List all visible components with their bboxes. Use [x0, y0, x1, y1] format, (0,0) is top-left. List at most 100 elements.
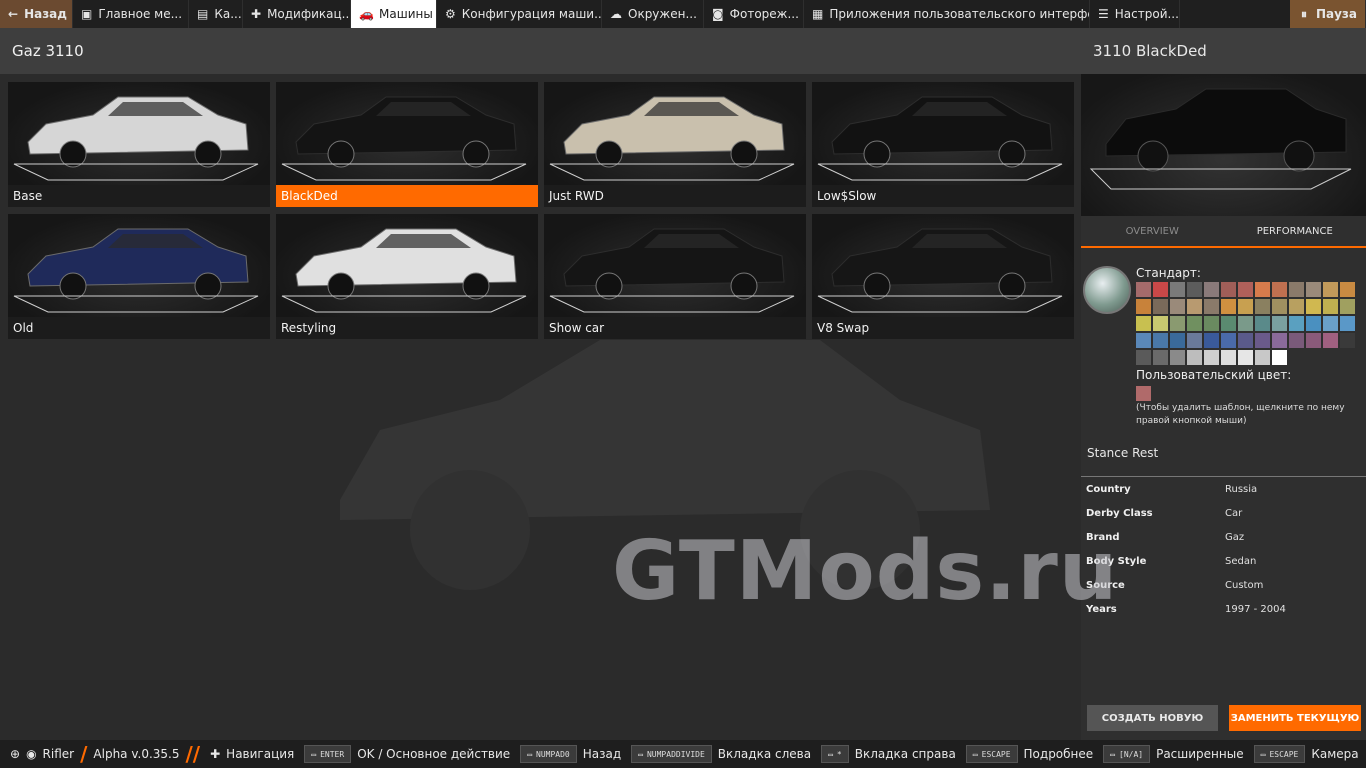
color-swatch[interactable]: [1136, 333, 1151, 348]
color-palette: [1136, 282, 1355, 365]
color-swatch[interactable]: [1255, 333, 1270, 348]
color-swatch[interactable]: [1323, 299, 1338, 314]
color-swatch[interactable]: [1255, 282, 1270, 297]
custom-color-label: Пользовательский цвет:: [1136, 368, 1292, 382]
color-swatch[interactable]: [1204, 299, 1219, 314]
color-swatch[interactable]: [1187, 333, 1202, 348]
tab-settings[interactable]: ☰ Настрой...: [1090, 0, 1180, 28]
hint-label: Вкладка справа: [854, 747, 956, 761]
tab-label: Конфигурация маши...: [461, 7, 602, 21]
color-swatch[interactable]: [1323, 316, 1338, 331]
tab-main-menu[interactable]: ▣ Главное ме...: [73, 0, 189, 28]
tab-label: Машины: [379, 7, 433, 21]
tab-map[interactable]: ▤ Ка...: [189, 0, 243, 28]
config-card[interactable]: Base: [8, 82, 270, 207]
color-swatch[interactable]: [1204, 350, 1219, 365]
key-name: [N/A]: [1119, 749, 1144, 759]
color-swatch[interactable]: [1187, 316, 1202, 331]
car-thumbnail: [544, 82, 806, 185]
color-swatch[interactable]: [1323, 333, 1338, 348]
tab-photo-mode[interactable]: ◙ Фотореж...: [704, 0, 804, 28]
color-swatch[interactable]: [1340, 316, 1355, 331]
color-swatch[interactable]: [1340, 299, 1355, 314]
tab-environment[interactable]: ☁ Окружен...: [602, 0, 704, 28]
tab-performance[interactable]: PERFORMANCE: [1224, 216, 1366, 246]
config-card[interactable]: Just RWD: [544, 82, 806, 207]
color-swatch[interactable]: [1187, 299, 1202, 314]
color-swatch[interactable]: [1153, 282, 1168, 297]
color-swatch[interactable]: [1204, 333, 1219, 348]
color-swatch[interactable]: [1289, 333, 1304, 348]
color-swatch[interactable]: [1136, 316, 1151, 331]
color-swatch[interactable]: [1289, 316, 1304, 331]
color-swatch[interactable]: [1221, 316, 1236, 331]
color-swatch[interactable]: [1340, 333, 1355, 348]
color-swatch[interactable]: [1153, 316, 1168, 331]
config-card[interactable]: V8 Swap: [812, 214, 1074, 339]
custom-color-swatch[interactable]: [1136, 386, 1151, 401]
color-swatch[interactable]: [1170, 282, 1185, 297]
color-swatch[interactable]: [1272, 350, 1287, 365]
color-swatch[interactable]: [1221, 333, 1236, 348]
separator-slash: //: [185, 742, 201, 766]
color-swatch[interactable]: [1221, 282, 1236, 297]
color-swatch[interactable]: [1238, 333, 1253, 348]
create-new-button[interactable]: СОЗДАТЬ НОВУЮ: [1087, 705, 1218, 731]
config-card[interactable]: Low$Slow: [812, 82, 1074, 207]
color-swatch[interactable]: [1255, 350, 1270, 365]
color-swatch[interactable]: [1306, 282, 1321, 297]
color-swatch[interactable]: [1153, 299, 1168, 314]
color-swatch[interactable]: [1306, 333, 1321, 348]
color-swatch[interactable]: [1170, 333, 1185, 348]
color-swatch[interactable]: [1323, 282, 1338, 297]
color-swatch[interactable]: [1238, 299, 1253, 314]
color-swatch[interactable]: [1289, 299, 1304, 314]
color-swatch[interactable]: [1153, 333, 1168, 348]
color-swatch[interactable]: [1255, 299, 1270, 314]
hint-label: Камера: [1311, 747, 1359, 761]
hint-label: Навигация: [226, 747, 295, 761]
tab-mods[interactable]: ✚ Модификац...: [243, 0, 351, 28]
color-swatch[interactable]: [1272, 333, 1287, 348]
tab-vehicle-config[interactable]: ⚙ Конфигурация маши...: [437, 0, 602, 28]
tab-vehicles[interactable]: 🚗 Машины: [351, 0, 437, 28]
config-card[interactable]: Show car: [544, 214, 806, 339]
color-swatch[interactable]: [1187, 350, 1202, 365]
color-swatch[interactable]: [1272, 299, 1287, 314]
color-swatch[interactable]: [1306, 299, 1321, 314]
config-card[interactable]: BlackDed: [276, 82, 538, 207]
color-swatch[interactable]: [1221, 299, 1236, 314]
key-badge: ▭ ESCAPE: [1253, 745, 1306, 763]
tab-ui-apps[interactable]: ▦ Приложения пользовательского интерфе..…: [804, 0, 1090, 28]
color-swatch[interactable]: [1289, 282, 1304, 297]
color-swatch[interactable]: [1204, 316, 1219, 331]
color-swatch[interactable]: [1340, 282, 1355, 297]
pause-button[interactable]: ⏸ Пауза: [1290, 0, 1366, 28]
color-swatch[interactable]: [1136, 350, 1151, 365]
config-name: Old: [13, 321, 34, 335]
pause-icon: ⏸: [1300, 6, 1307, 21]
color-swatch[interactable]: [1170, 350, 1185, 365]
color-swatch[interactable]: [1272, 316, 1287, 331]
color-swatch[interactable]: [1221, 350, 1236, 365]
color-swatch[interactable]: [1238, 350, 1253, 365]
config-card[interactable]: Old: [8, 214, 270, 339]
color-swatch[interactable]: [1238, 282, 1253, 297]
color-swatch[interactable]: [1204, 282, 1219, 297]
tab-overview[interactable]: OVERVIEW: [1081, 216, 1224, 246]
color-swatch[interactable]: [1170, 316, 1185, 331]
tab-label: Окружен...: [628, 7, 697, 21]
color-swatch[interactable]: [1187, 282, 1202, 297]
color-swatch[interactable]: [1238, 316, 1253, 331]
config-card[interactable]: Restyling: [276, 214, 538, 339]
color-swatch[interactable]: [1170, 299, 1185, 314]
color-swatch[interactable]: [1306, 316, 1321, 331]
color-swatch[interactable]: [1272, 282, 1287, 297]
back-button[interactable]: ← Назад: [0, 0, 73, 28]
color-swatch[interactable]: [1136, 282, 1151, 297]
color-swatch[interactable]: [1136, 299, 1151, 314]
paint-preview-ball[interactable]: [1083, 266, 1131, 314]
replace-current-button[interactable]: ЗАМЕНИТЬ ТЕКУЩУЮ: [1229, 705, 1361, 731]
color-swatch[interactable]: [1255, 316, 1270, 331]
color-swatch[interactable]: [1153, 350, 1168, 365]
